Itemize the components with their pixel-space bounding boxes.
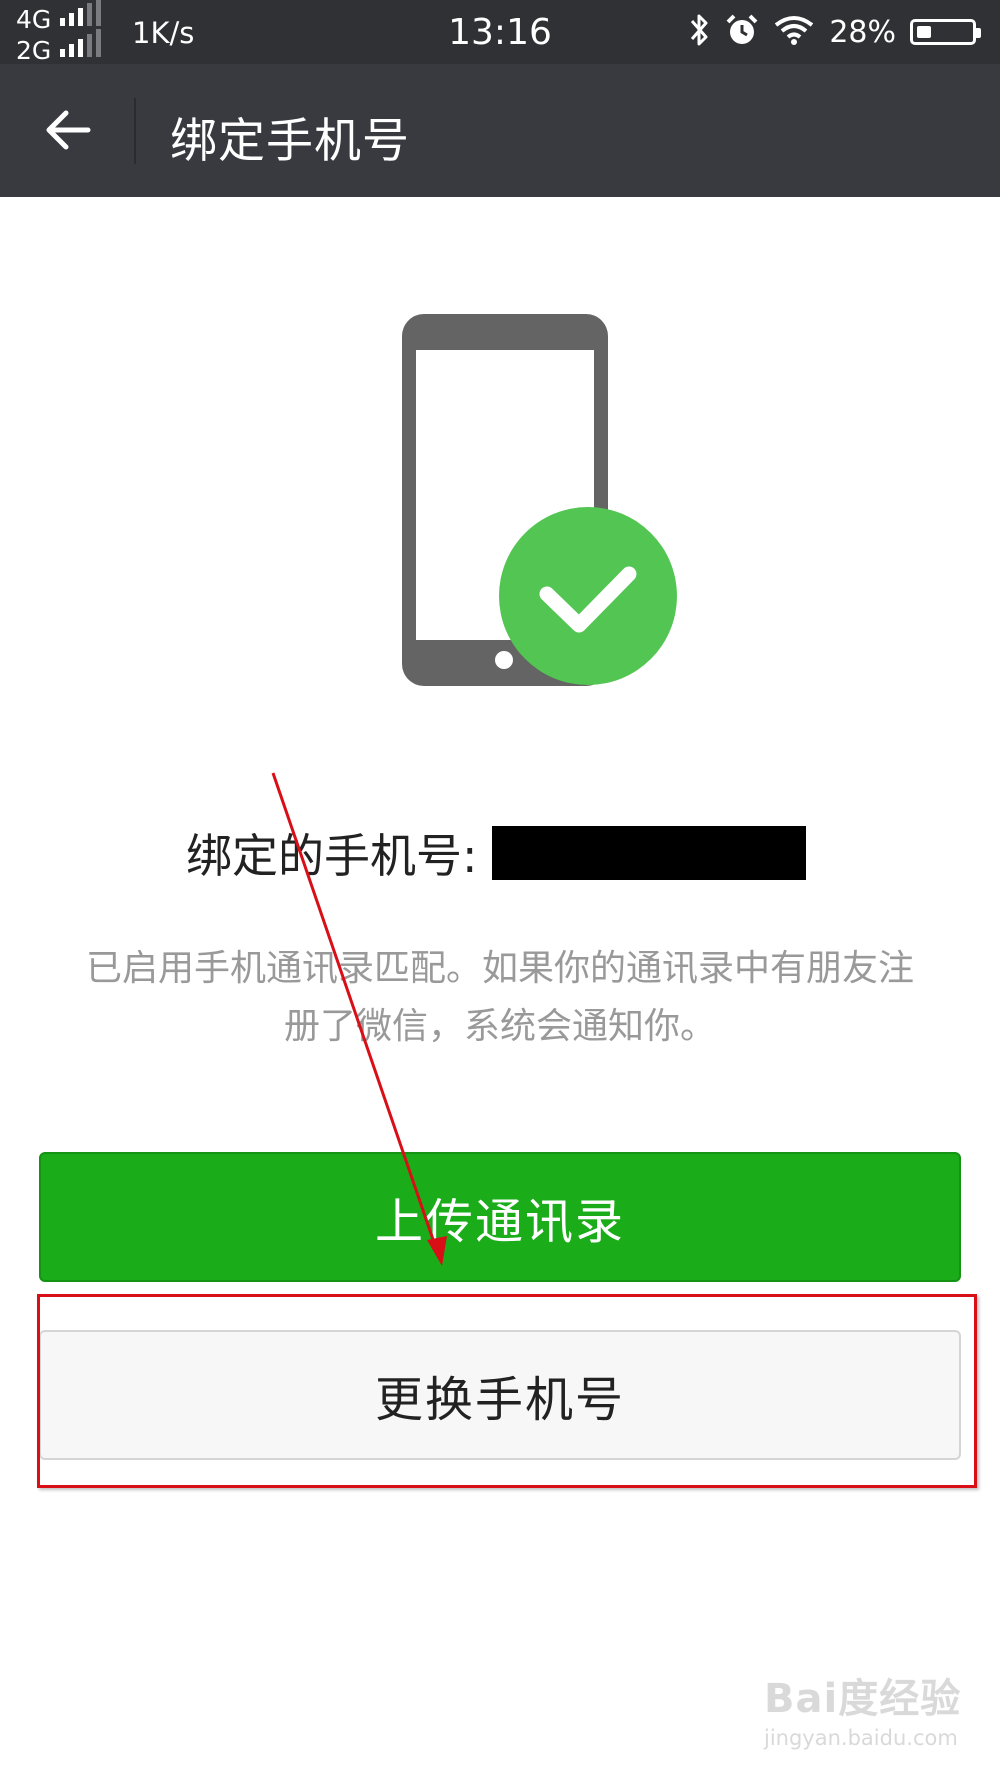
watermark: Bai度经验 jingyan.baidu.com <box>764 1666 961 1750</box>
watermark-url: jingyan.baidu.com <box>764 1726 958 1750</box>
watermark-logo: Bai度经验 <box>764 1676 962 1722</box>
annotation-arrow <box>271 772 447 1266</box>
